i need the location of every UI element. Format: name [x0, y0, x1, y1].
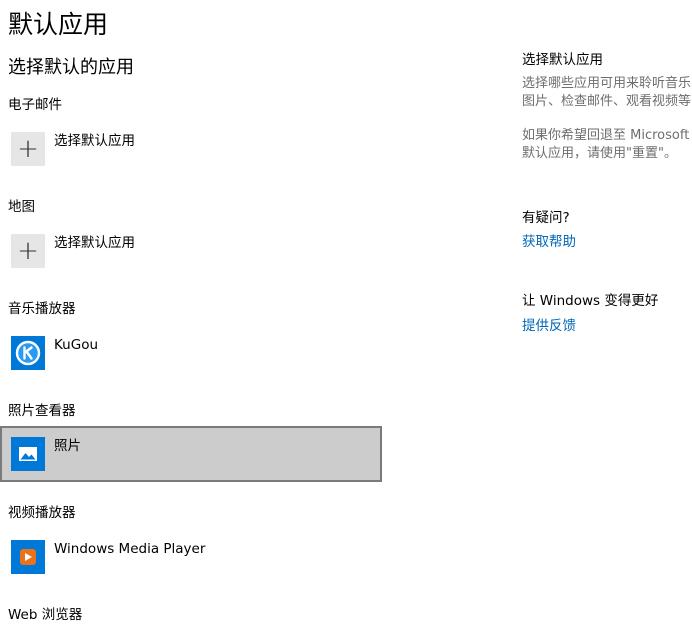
photo-viewer-app-label: 照片	[54, 438, 81, 454]
page-title: 默认应用	[8, 10, 109, 39]
category-label-music: 音乐播放器	[8, 301, 76, 317]
windows-media-player-icon	[11, 540, 45, 574]
sidebar-info-line: 默认应用，请使用"重置"。	[522, 146, 677, 161]
sidebar-info-line: 如果你希望回退至 Microsoft 推	[522, 128, 692, 143]
get-help-link[interactable]: 获取帮助	[522, 233, 576, 251]
category-label-maps: 地图	[8, 199, 35, 215]
maps-app-selector[interactable]: + 选择默认应用	[8, 230, 382, 286]
plus-icon: +	[11, 132, 45, 166]
photos-icon	[11, 437, 45, 471]
sidebar-info-heading: 选择默认应用	[522, 52, 603, 68]
sidebar-info-line: 图片、检查邮件、观看视频等	[522, 94, 692, 109]
email-app-label: 选择默认应用	[54, 133, 135, 149]
kugou-icon	[11, 336, 45, 370]
feedback-heading: 让 Windows 变得更好	[522, 293, 659, 309]
give-feedback-link[interactable]: 提供反馈	[522, 317, 576, 335]
category-label-video: 视频播放器	[8, 505, 76, 521]
category-label-email: 电子邮件	[8, 97, 62, 113]
plus-icon: +	[11, 234, 45, 268]
video-app-label: Windows Media Player	[54, 541, 206, 557]
music-app-label: KuGou	[54, 337, 99, 353]
email-app-selector[interactable]: + 选择默认应用	[8, 128, 382, 184]
maps-app-label: 选择默认应用	[54, 235, 135, 251]
music-app-selector[interactable]: KuGou	[8, 332, 382, 388]
video-app-selector[interactable]: Windows Media Player	[8, 536, 382, 592]
photo-viewer-app-selector[interactable]: 照片	[0, 426, 382, 482]
sidebar-info-line: 选择哪些应用可用来聆听音乐	[522, 76, 692, 91]
help-heading: 有疑问?	[522, 210, 570, 226]
category-label-photo-viewer: 照片查看器	[8, 403, 76, 419]
section-title: 选择默认的应用	[8, 57, 134, 78]
category-label-web-browser: Web 浏览器	[8, 607, 83, 623]
